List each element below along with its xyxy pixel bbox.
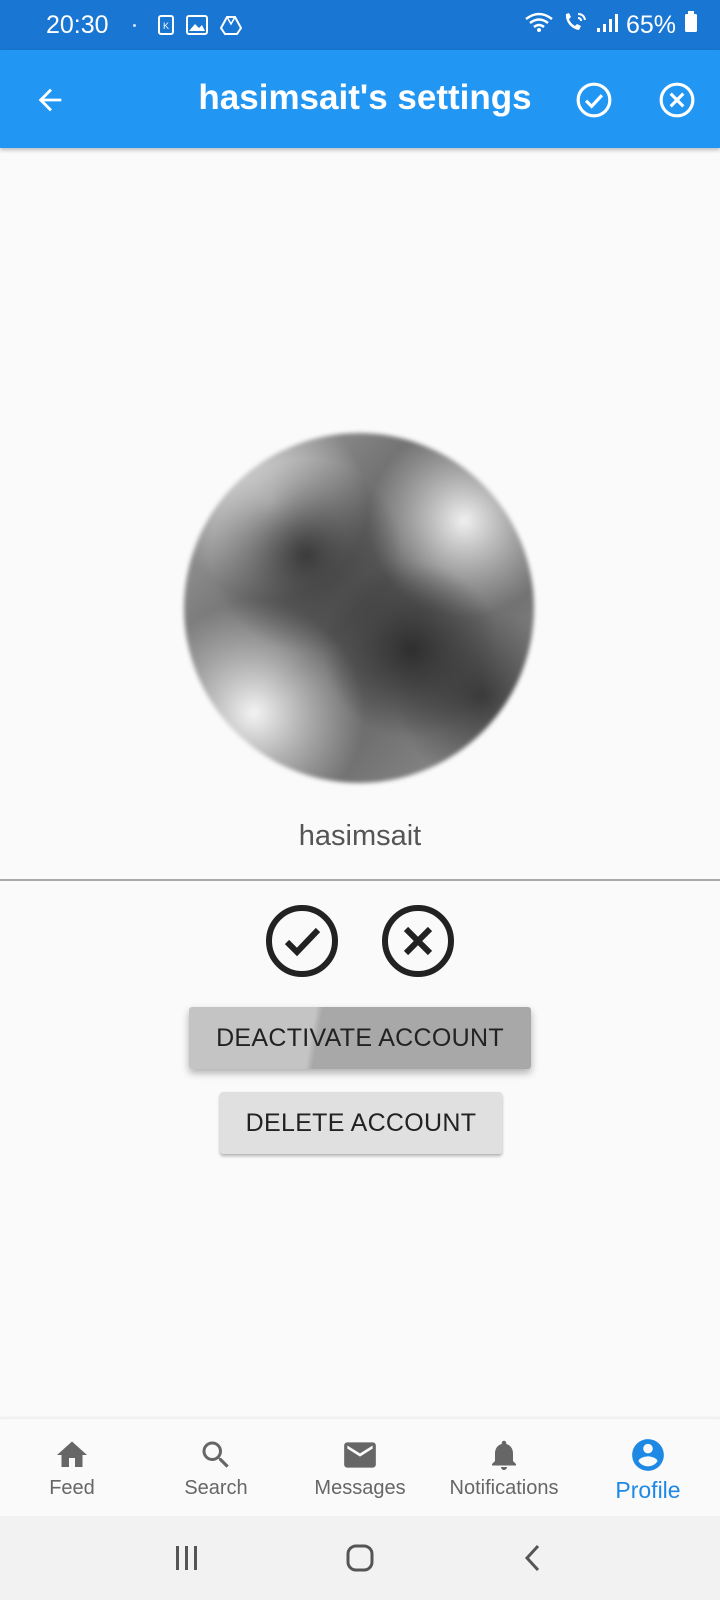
status-dot [132,23,136,27]
save-button[interactable] [574,80,614,120]
avatar[interactable] [184,433,534,783]
mail-icon [340,1435,380,1475]
status-right: 65% [524,10,698,40]
status-bar: 20:30 K 65% [0,0,720,50]
wifi-calling-icon [562,11,588,40]
recents-button[interactable] [157,1528,217,1588]
back-icon [525,1544,540,1572]
signal-icon [596,11,618,40]
app-bar: hasimsait's settings [0,50,720,148]
nav-item-feed[interactable]: Feed [0,1419,144,1516]
battery-icon [684,10,698,40]
status-time: 20:30 [46,10,109,39]
divider [0,879,720,881]
nav-label-feed: Feed [49,1477,95,1499]
nav-label-notifications: Notifications [449,1477,559,1499]
nav-item-search[interactable]: Search [144,1419,288,1516]
confirm-button[interactable] [265,904,339,978]
gallery-icon [185,15,208,35]
home-icon [52,1435,92,1475]
close-circle-icon [382,905,454,977]
nav-item-notifications[interactable]: Notifications [432,1419,576,1516]
bell-icon [484,1435,524,1475]
battery-text: 65% [625,10,676,39]
nav-item-profile[interactable]: Profile [576,1419,720,1516]
check-circle-icon [576,82,612,118]
delete-account-button[interactable]: DELETE ACCOUNT [220,1092,502,1154]
back-button-system[interactable] [503,1528,563,1588]
drive-icon [219,15,242,35]
nav-label-profile: Profile [615,1477,681,1503]
username: hasimsait [298,820,422,852]
dismiss-button[interactable] [381,904,455,978]
nav-label-search: Search [184,1477,248,1499]
deactivate-account-button[interactable]: DEACTIVATE ACCOUNT [189,1007,531,1069]
svg-text:K: K [163,21,169,31]
search-icon [196,1435,236,1475]
bottom-navigation: Feed Search Messages Notifications Profi… [0,1418,720,1516]
close-circle-icon [659,82,695,118]
check-circle-icon [266,905,338,977]
nav-item-messages[interactable]: Messages [288,1419,432,1516]
wifi-icon [524,11,554,40]
nav-label-messages: Messages [314,1477,406,1499]
system-navigation [0,1516,720,1600]
account-circle-icon [628,1435,668,1475]
recents-icon [175,1546,197,1570]
cancel-button[interactable] [657,80,697,120]
home-icon [346,1544,374,1572]
k-notification-icon: K [157,15,174,35]
home-button[interactable] [330,1528,390,1588]
